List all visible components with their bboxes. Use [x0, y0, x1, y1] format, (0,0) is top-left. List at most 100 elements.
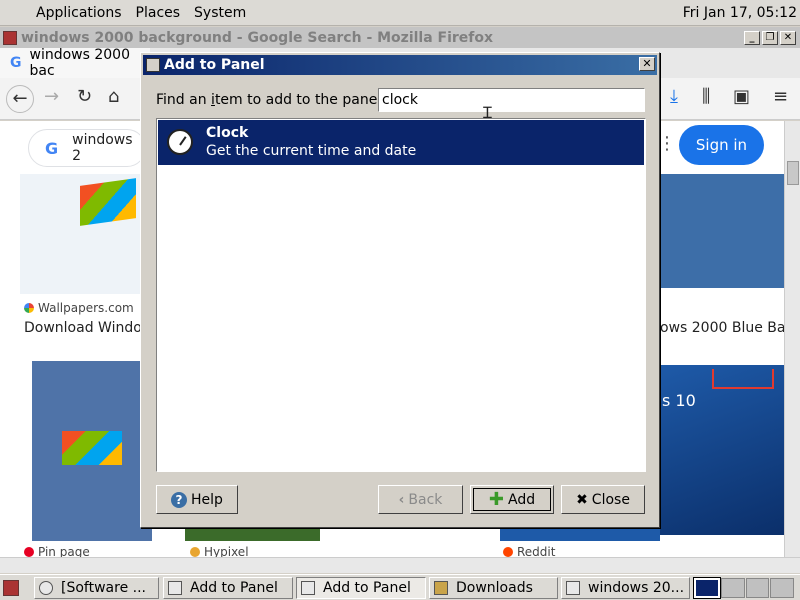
google-search-query: windows 2 [72, 132, 133, 164]
result-image-5[interactable] [500, 529, 660, 541]
result-image-1[interactable] [20, 174, 145, 294]
workspace-3[interactable] [745, 578, 770, 598]
taskbar-item-label: windows 20... [588, 580, 685, 596]
sign-in-button[interactable]: Sign in [679, 125, 764, 165]
result-image-6[interactable] [185, 529, 320, 541]
dialog-title: Add to Panel [164, 57, 265, 73]
hamburger-menu-icon[interactable]: ≡ [773, 86, 788, 107]
apps-grid-icon[interactable]: ⋮ [658, 133, 676, 154]
windows-logo-icon [62, 431, 122, 465]
close-button-label: Close [591, 491, 630, 508]
hypixel-favicon-icon [190, 547, 200, 557]
applications-menu[interactable]: Applications [0, 5, 129, 21]
workspace-1[interactable] [693, 577, 721, 599]
folder-icon [434, 581, 448, 595]
bottom-taskbar: [Software ... Add to Panel Add to Panel … [0, 574, 800, 600]
home-icon[interactable]: ⌂ [108, 86, 119, 107]
result-image-2[interactable] [660, 174, 784, 288]
red-frame-decoration [712, 369, 774, 389]
window-icon [301, 581, 315, 595]
clock-icon [167, 129, 193, 155]
dialog-titlebar-close-button[interactable]: ✕ [639, 57, 655, 71]
horizontal-scrollbar[interactable] [0, 557, 800, 573]
wallpapers-favicon-icon [24, 303, 34, 313]
taskbar-item-firefox[interactable]: windows 20... [561, 577, 690, 599]
back-arrow-icon[interactable]: ← [6, 85, 34, 113]
forward-arrow-icon[interactable]: → [44, 86, 59, 107]
result-image-3[interactable] [32, 361, 152, 541]
result-source-5[interactable]: Reddit [503, 545, 555, 557]
reload-icon[interactable]: ↻ [77, 86, 92, 107]
windows-logo-icon [80, 178, 136, 226]
taskbar-item-label: [Software ... [61, 580, 146, 596]
close-x-icon: ✖ [576, 491, 588, 508]
firefox-window-title: windows 2000 background - Google Search … [21, 29, 494, 46]
taskbar-item-software[interactable]: [Software ... [34, 577, 159, 599]
maximize-button[interactable]: ❐ [762, 30, 778, 45]
result-image-4[interactable]: s 10 [660, 365, 784, 535]
reddit-favicon-icon [503, 547, 513, 557]
window-icon [566, 581, 580, 595]
dialog-window-icon[interactable] [146, 58, 160, 72]
list-item-name: Clock [206, 125, 249, 141]
list-item-clock[interactable]: Clock Get the current time and date [158, 120, 644, 165]
result-source-label: Pin page [38, 545, 90, 557]
plus-icon: ✚ [488, 489, 504, 510]
result-caption-2[interactable]: ows 2000 Blue Bac [660, 320, 784, 336]
result-source-label: Wallpapers.com [38, 301, 134, 315]
list-item-description: Get the current time and date [206, 143, 417, 159]
result-image-4-text: s 10 [662, 391, 696, 410]
vertical-scrollbar[interactable] [784, 121, 800, 557]
back-chevron-icon: ‹ [398, 491, 405, 508]
help-button[interactable]: ? Help [156, 485, 238, 514]
minimize-button[interactable]: _ [744, 30, 760, 45]
top-panel: Applications Places System Fri Jan 17, 0… [0, 0, 800, 26]
workspace-switcher[interactable] [693, 577, 794, 599]
help-icon: ? [171, 491, 188, 508]
window-icon [168, 581, 182, 595]
add-button-label: Add [507, 491, 536, 508]
find-item-input[interactable] [378, 88, 645, 112]
places-menu[interactable]: Places [129, 5, 188, 21]
tab-google-search[interactable]: G windows 2000 bac [0, 47, 150, 79]
result-source-label: Hypixel [204, 545, 249, 557]
pinterest-favicon-icon [24, 547, 34, 557]
window-close-button[interactable]: ✕ [780, 30, 796, 45]
firefox-window-icon[interactable] [3, 30, 17, 45]
add-to-panel-dialog: Add to Panel ✕ Find an item to add to th… [140, 52, 660, 528]
help-button-label: Help [191, 491, 223, 508]
library-icon[interactable]: ⫼ [702, 86, 710, 107]
taskbar-item-label: Downloads [456, 580, 533, 596]
google-logo-icon: G [45, 138, 59, 158]
workspace-2[interactable] [720, 578, 745, 598]
download-icon[interactable]: ⤓ [670, 86, 678, 107]
result-source-1[interactable]: Wallpapers.com [24, 301, 134, 315]
find-item-label: Find an item to add to the panel: [156, 92, 386, 108]
firefox-titlebar[interactable]: windows 2000 background - Google Search … [0, 27, 800, 48]
system-menu[interactable]: System [187, 5, 253, 21]
show-desktop-icon[interactable] [3, 580, 19, 596]
taskbar-item-add-to-panel-1[interactable]: Add to Panel [163, 577, 293, 599]
add-button[interactable]: ✚ Add [470, 485, 554, 514]
items-list[interactable]: Clock Get the current time and date [156, 118, 646, 472]
tab-label: windows 2000 bac [29, 47, 131, 79]
result-source-4[interactable]: Hypixel [190, 545, 249, 557]
software-icon [39, 581, 53, 595]
taskbar-item-add-to-panel-2[interactable]: Add to Panel [296, 577, 426, 599]
taskbar-item-label: Add to Panel [190, 580, 278, 596]
taskbar-item-downloads[interactable]: Downloads [429, 577, 558, 599]
taskbar-item-label: Add to Panel [323, 580, 411, 596]
result-source-3[interactable]: Pin page [24, 545, 90, 557]
sidebar-icon[interactable]: ▣ [733, 86, 750, 107]
back-button[interactable]: ‹ Back [378, 485, 463, 514]
dialog-titlebar[interactable]: Add to Panel ✕ [143, 55, 657, 75]
result-source-label: Reddit [517, 545, 556, 557]
back-button-label: Back [408, 491, 443, 508]
panel-clock[interactable]: Fri Jan 17, 05:12 [683, 5, 800, 21]
google-search-box[interactable]: G windows 2 [28, 129, 146, 167]
workspace-4[interactable] [770, 578, 794, 598]
google-favicon-icon: G [10, 55, 22, 71]
result-caption-1[interactable]: Download Window [24, 320, 153, 336]
vertical-scroll-thumb[interactable] [787, 161, 799, 185]
close-button[interactable]: ✖ Close [561, 485, 645, 514]
